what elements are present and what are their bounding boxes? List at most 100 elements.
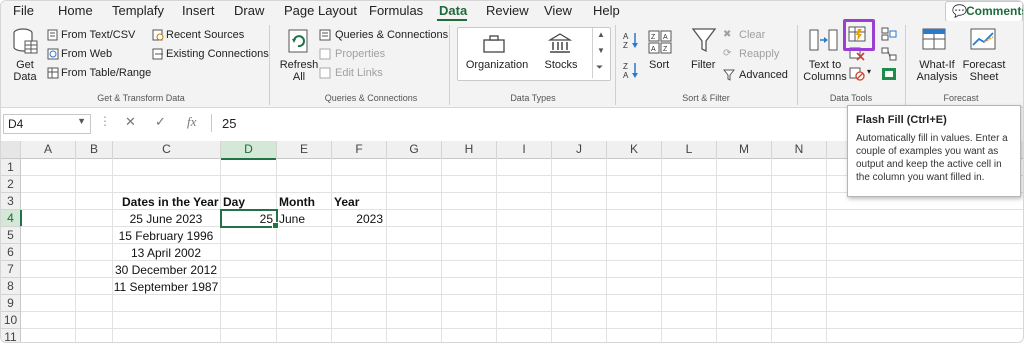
data-validation-icon[interactable] [849,67,865,81]
cell-e3[interactable]: Month [279,194,315,210]
sort-button[interactable]: Sort [649,59,669,71]
what-if-icon[interactable] [921,27,951,55]
column-header[interactable]: G [387,141,442,159]
what-if-analysis-button[interactable]: What-If Analysis [913,59,961,83]
ribbon-separator [797,25,798,105]
filter-button[interactable]: Filter [691,59,715,71]
data-types-scroll[interactable]: ▲ ▼ ⏷ [592,28,609,78]
column-header[interactable]: K [607,141,662,159]
consolidate-icon[interactable] [881,27,897,41]
column-header[interactable]: E [277,141,332,159]
tab-formulas[interactable]: Formulas [369,3,423,18]
tab-view[interactable]: View [544,3,572,18]
cell-e4[interactable]: June [279,211,305,227]
row-header[interactable]: 2 [1,176,21,193]
tab-page-layout[interactable]: Page Layout [284,3,357,18]
tab-insert[interactable]: Insert [182,3,215,18]
fill-handle[interactable] [272,222,279,229]
advanced-button[interactable]: Advanced [739,69,788,81]
existing-connections-button[interactable]: Existing Connections [166,48,269,60]
cell-c7[interactable]: 30 December 2012 [113,262,219,278]
tab-review[interactable]: Review [486,3,529,18]
column-header[interactable]: L [662,141,717,159]
cell-c8[interactable]: 11 September 1987 [113,279,219,295]
from-web-button[interactable]: From Web [61,48,112,60]
properties-button[interactable]: Properties [335,48,385,60]
row-header[interactable]: 3 [1,193,21,210]
group-label-data-types: Data Types [510,93,556,103]
tab-data[interactable]: Data [439,3,467,18]
column-header[interactable]: N [772,141,827,159]
from-text-csv-button[interactable]: From Text/CSV [61,29,135,41]
stocks-button[interactable]: Stocks [536,59,586,71]
row-header[interactable]: 1 [1,159,21,176]
column-header[interactable]: H [442,141,497,159]
flash-fill-highlight [843,19,875,51]
cell-c5[interactable]: 15 February 1996 [113,228,219,244]
column-header[interactable]: C [113,141,221,159]
existing-connections-icon [152,48,163,60]
recent-sources-button[interactable]: Recent Sources [166,29,244,41]
chevron-down-icon[interactable]: ▼ [77,116,86,126]
get-data-button[interactable]: Get Data [7,59,43,83]
tab-templafy[interactable]: Templafy [112,3,164,18]
sort-icon[interactable]: ZA AZ [647,29,673,57]
enter-icon[interactable]: ✓ [155,114,166,130]
clear-button[interactable]: Clear [739,29,765,41]
scroll-down-icon[interactable]: ▼ [597,46,605,55]
cancel-icon[interactable]: ✕ [125,114,136,130]
column-header[interactable]: A [21,141,76,159]
forecast-sheet-icon[interactable] [969,27,999,55]
cell-d3[interactable]: Day [223,194,245,210]
comments-button[interactable]: 💬 Comments [945,1,1023,22]
get-data-icon[interactable] [11,27,39,57]
tab-help[interactable]: Help [593,3,620,18]
scroll-up-icon[interactable]: ▲ [597,30,605,39]
column-header[interactable]: D [221,141,277,160]
more-options-icon[interactable]: ⋮ [99,114,111,128]
refresh-icon[interactable] [285,27,313,57]
filter-icon[interactable] [691,27,717,55]
reapply-button[interactable]: Reapply [739,48,779,60]
row-header[interactable]: 10 [1,312,21,329]
queries-connections-button[interactable]: Queries & Connections [335,29,448,41]
row-header[interactable]: 6 [1,244,21,261]
web-icon [47,48,59,60]
refresh-all-button[interactable]: Refresh All [277,59,321,83]
data-model-icon[interactable] [881,67,897,81]
insert-function-icon[interactable]: fx [187,114,196,130]
column-header[interactable]: I [497,141,552,159]
tab-file[interactable]: File [13,3,34,18]
tab-home[interactable]: Home [58,3,93,18]
row-header[interactable]: 11 [1,329,21,342]
cell-c6[interactable]: 13 April 2002 [113,245,219,261]
more-icon[interactable]: ⏷ [596,62,603,73]
row-header[interactable]: 9 [1,295,21,312]
gridline [21,328,1023,329]
select-all-corner[interactable] [1,141,21,159]
name-box[interactable]: D4 ▼ [3,114,91,134]
text-to-columns-button[interactable]: Text to Columns [803,59,847,83]
relationships-icon[interactable] [881,47,897,61]
tab-draw[interactable]: Draw [234,3,264,18]
data-validation-dropdown-icon[interactable]: ▾ [867,67,871,76]
sort-az-icon[interactable]: AZ [623,31,639,49]
row-header[interactable]: 7 [1,261,21,278]
row-header[interactable]: 8 [1,278,21,295]
column-header[interactable]: F [332,141,387,159]
cell-f4[interactable]: 2023 [332,211,383,227]
column-header[interactable]: M [717,141,772,159]
cell-c3[interactable]: Dates in the Year [122,194,219,210]
row-header[interactable]: 5 [1,227,21,244]
column-header[interactable]: B [76,141,113,159]
row-header[interactable]: 4 [1,210,22,227]
sort-za-icon[interactable]: ZA [623,61,639,79]
cell-f3[interactable]: Year [334,194,359,210]
edit-links-button[interactable]: Edit Links [335,67,383,79]
cell-c4[interactable]: 25 June 2023 [113,211,219,227]
from-table-range-button[interactable]: From Table/Range [61,67,151,79]
column-header[interactable]: J [552,141,607,159]
organization-button[interactable]: Organization [464,59,530,71]
forecast-sheet-button[interactable]: Forecast Sheet [961,59,1007,83]
text-to-columns-icon[interactable] [809,27,839,55]
